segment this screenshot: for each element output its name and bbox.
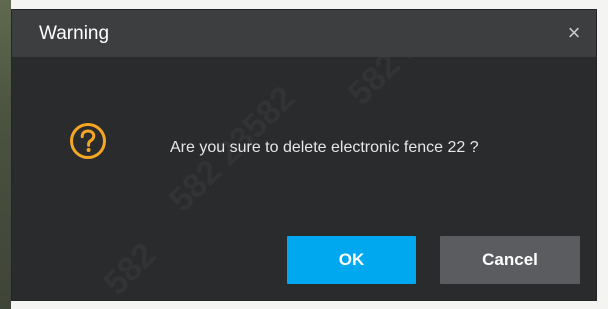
dialog-title: Warning: [39, 23, 110, 44]
close-icon: ×: [567, 20, 581, 45]
background-map-strip: [0, 0, 11, 309]
ok-button[interactable]: OK: [287, 236, 416, 284]
cancel-button[interactable]: Cancel: [440, 236, 580, 284]
dialog-header: Warning ×: [12, 10, 596, 57]
warning-dialog: 582 23582 582 2 582 Warning × Are you su…: [11, 9, 597, 301]
question-icon: [70, 123, 106, 159]
close-button[interactable]: ×: [560, 19, 588, 47]
confirmation-message: Are you sure to delete electronic fence …: [170, 139, 479, 156]
